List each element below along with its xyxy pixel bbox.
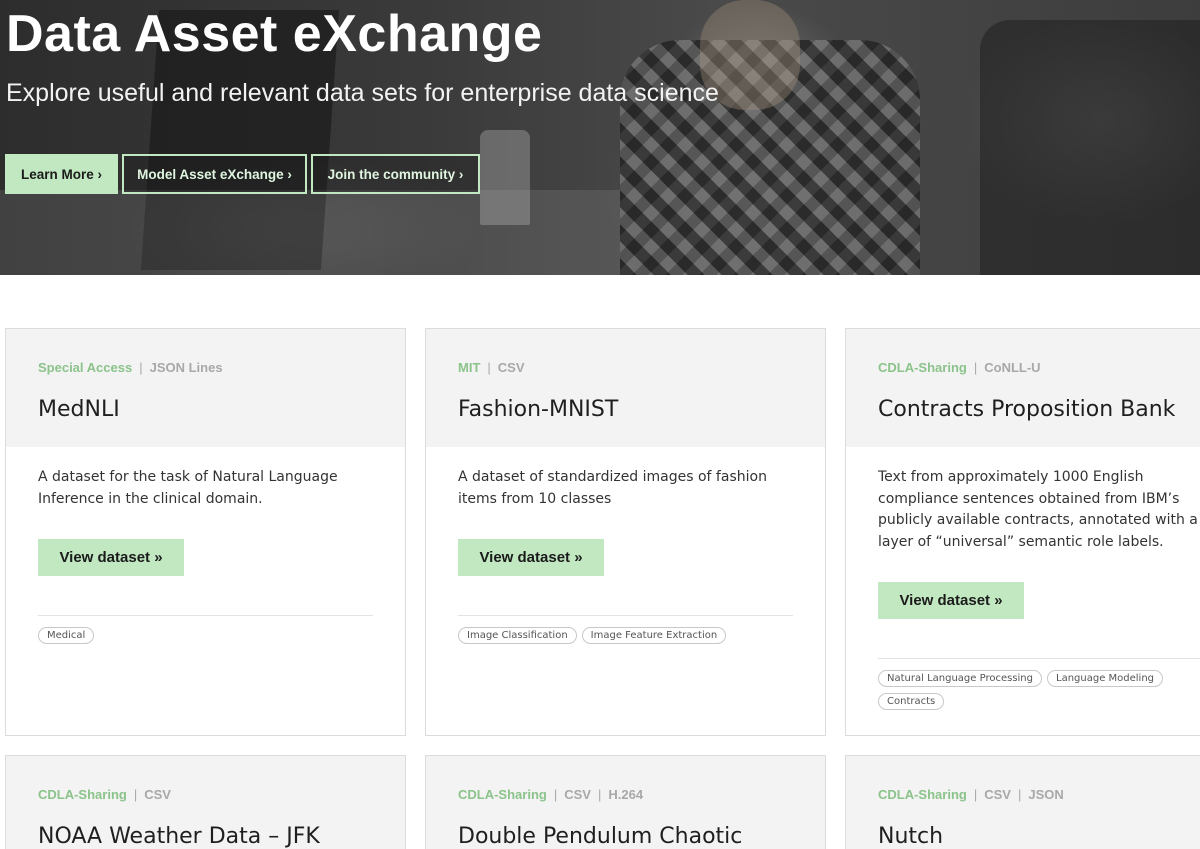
format-label: CSV — [984, 787, 1011, 802]
tag-chip[interactable]: Image Classification — [458, 627, 577, 644]
card-title[interactable]: Fashion-MNIST — [458, 397, 618, 422]
license-label: CDLA-Sharing — [458, 787, 547, 802]
card-header: CDLA-Sharing | CSV | H.264 Double Pendulum C… — [426, 756, 825, 849]
card-header: MIT | CSV Fashion-MNIST — [426, 329, 825, 447]
card-header: Special Access | JSON Lines MedNLI — [6, 329, 405, 447]
card-title[interactable]: Double Pendulum Chaotic — [458, 824, 742, 849]
tag-chip[interactable]: Medical — [38, 627, 95, 644]
card-header: CDLA-Sharing | CSV NOAA Weather Data – JFK — [6, 756, 405, 849]
tag-chip[interactable]: Contracts — [878, 693, 945, 710]
card-meta: CDLA-Sharing | CSV — [38, 787, 171, 802]
tag-list: Natural Language Processing Language Mod… — [878, 670, 1198, 710]
format-label: JSON — [1028, 787, 1064, 802]
format-label: H.264 — [608, 787, 644, 802]
page-subtitle: Explore useful and relevant data sets fo… — [6, 79, 719, 107]
dataset-card-contracts-proposition-bank: CDLA-Sharing | CoNLL-U Contracts Propositi… — [845, 328, 1200, 736]
format-label: CoNLL-U — [984, 360, 1041, 375]
dataset-card-mednli: Special Access | JSON Lines MedNLI A datas… — [5, 328, 406, 736]
hero-banner: Data Asset eXchange Explore useful and r… — [0, 0, 1200, 275]
card-meta: CDLA-Sharing | CoNLL-U — [878, 360, 1041, 375]
dataset-card-fashion-mnist: MIT | CSV Fashion-MNIST A dataset of stand… — [425, 328, 826, 736]
learn-more-button[interactable]: Learn More › — [5, 154, 118, 194]
card-meta: MIT | CSV — [458, 360, 525, 375]
card-meta: CDLA-Sharing | CSV | JSON — [878, 787, 1064, 802]
card-header: CDLA-Sharing | CoNLL-U Contracts Propositi… — [846, 329, 1200, 447]
card-title[interactable]: Contracts Proposition Bank — [878, 397, 1175, 422]
tag-chip[interactable]: Natural Language Processing — [878, 670, 1042, 687]
card-meta: Special Access | JSON Lines — [38, 360, 223, 375]
card-description: Text from approximately 1000 English com… — [878, 469, 1198, 550]
dataset-card-double-pendulum: CDLA-Sharing | CSV | H.264 Double Pendulum C… — [425, 755, 826, 849]
view-dataset-button[interactable]: View dataset » — [38, 539, 184, 576]
license-label: MIT — [458, 360, 481, 375]
card-divider — [458, 615, 793, 616]
tag-chip[interactable]: Language Modeling — [1047, 670, 1164, 687]
format-label: JSON Lines — [149, 360, 223, 375]
hero-photo-chair — [980, 20, 1200, 275]
card-divider — [878, 658, 1200, 659]
card-title[interactable]: NOAA Weather Data – JFK — [38, 824, 320, 849]
join-community-button[interactable]: Join the community › — [311, 154, 480, 194]
card-title[interactable]: Nutch — [878, 824, 943, 849]
license-label: CDLA-Sharing — [38, 787, 127, 802]
card-header: CDLA-Sharing | CSV | JSON Nutch — [846, 756, 1200, 849]
dataset-card-nutch: CDLA-Sharing | CSV | JSON Nutch — [845, 755, 1200, 849]
card-description: A dataset for the task of Natural Langua… — [38, 469, 338, 507]
card-description: A dataset of standardized images of fash… — [458, 469, 767, 507]
format-label: CSV — [497, 360, 525, 375]
tag-chip[interactable]: Image Feature Extraction — [581, 627, 727, 644]
tag-list: Image Classification Image Feature Extra… — [458, 627, 798, 644]
page-title: Data Asset eXchange — [6, 5, 543, 63]
card-divider — [38, 615, 373, 616]
tag-list: Medical — [38, 627, 378, 644]
license-label: CDLA-Sharing — [878, 787, 967, 802]
view-dataset-button[interactable]: View dataset » — [458, 539, 604, 576]
model-asset-exchange-button[interactable]: Model Asset eXchange › — [122, 154, 307, 194]
format-label: CSV — [144, 787, 171, 802]
license-label: Special Access — [38, 360, 133, 375]
dataset-card-noaa-weather: CDLA-Sharing | CSV NOAA Weather Data – JFK — [5, 755, 406, 849]
hero-photo-cup — [480, 130, 530, 225]
format-label: CSV — [564, 787, 591, 802]
license-label: CDLA-Sharing — [878, 360, 967, 375]
card-title[interactable]: MedNLI — [38, 397, 120, 422]
card-meta: CDLA-Sharing | CSV | H.264 — [458, 787, 644, 802]
view-dataset-button[interactable]: View dataset » — [878, 582, 1024, 619]
